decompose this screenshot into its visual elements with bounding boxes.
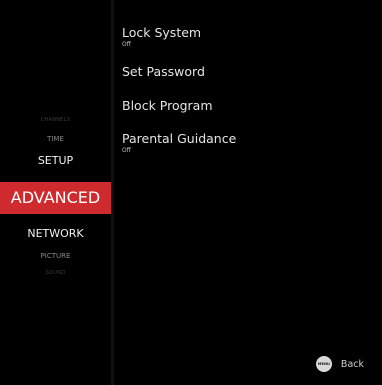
option-value: Off [122,146,131,154]
category-advanced-selected[interactable]: ADVANCED [0,182,111,214]
category-picture[interactable]: PICTURE [0,253,111,260]
menu-divider [111,0,114,385]
option-value: Off [122,40,131,48]
option-label: Parental Guidance [122,131,237,146]
menu-key-icon: MENU [315,356,332,372]
option-label: Block Program [122,98,213,113]
back-label: Back [340,358,364,370]
category-sound[interactable]: SOUND [0,271,111,276]
tv-settings-screen: CHANNELS TIME SETUP ADVANCED NETWORK PIC… [0,0,382,385]
category-setup[interactable]: SETUP [0,155,111,166]
category-channels[interactable]: CHANNELS [0,118,111,123]
option-label: Lock System [122,25,202,40]
option-block-program[interactable]: Block Program [122,99,213,113]
category-network[interactable]: NETWORK [0,228,111,239]
option-label: Set Password [122,64,205,79]
option-lock-system[interactable]: Lock System Off [122,26,201,48]
category-time[interactable]: TIME [0,136,111,143]
menu-key-label: MENU [317,362,330,366]
back-hint[interactable]: MENU Back [315,356,364,372]
option-parental-guidance[interactable]: Parental Guidance Off [122,132,236,154]
option-set-password[interactable]: Set Password [122,65,205,79]
